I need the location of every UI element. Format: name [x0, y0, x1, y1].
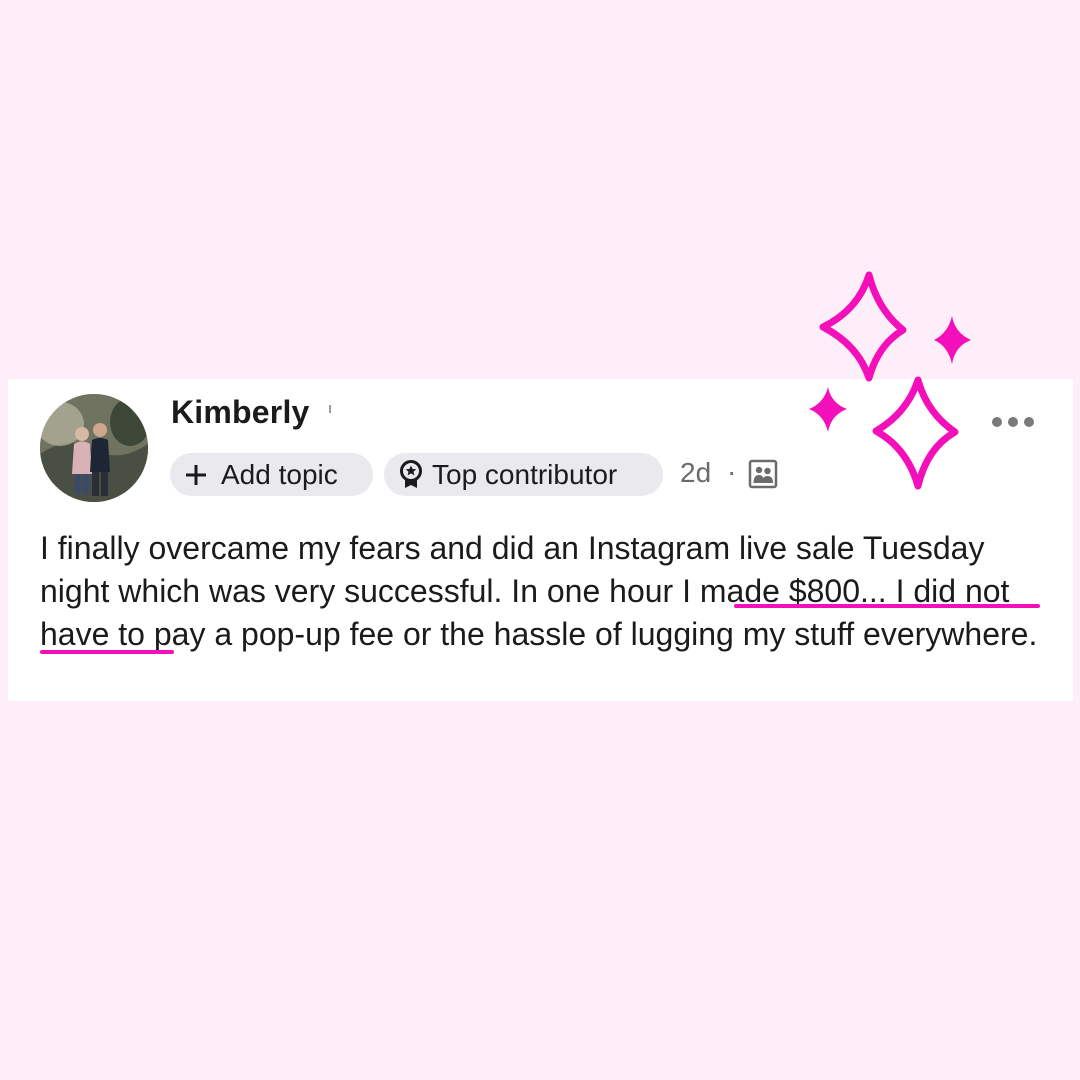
plus-icon [185, 464, 207, 486]
more-options-icon[interactable] [990, 414, 1036, 435]
add-topic-button[interactable]: Add topic [170, 453, 373, 496]
highlight-underline [40, 650, 174, 654]
audience-group-icon[interactable] [748, 459, 778, 494]
author-name[interactable]: Kimberly [171, 394, 310, 431]
meta-separator: · [727, 456, 737, 487]
post-timestamp[interactable]: 2d [680, 457, 711, 489]
post-body-text: I finally overcame my fears and did an I… [40, 530, 1038, 652]
top-contributor-badge-icon [398, 459, 424, 490]
highlight-underline [734, 604, 1040, 608]
top-contributor-label: Top contributor [432, 458, 618, 490]
avatar[interactable] [40, 394, 148, 502]
add-topic-label: Add topic [221, 458, 338, 490]
sparkles-icon [805, 266, 975, 497]
author-name-mark [329, 405, 331, 413]
top-contributor-badge[interactable]: Top contributor [384, 453, 663, 496]
